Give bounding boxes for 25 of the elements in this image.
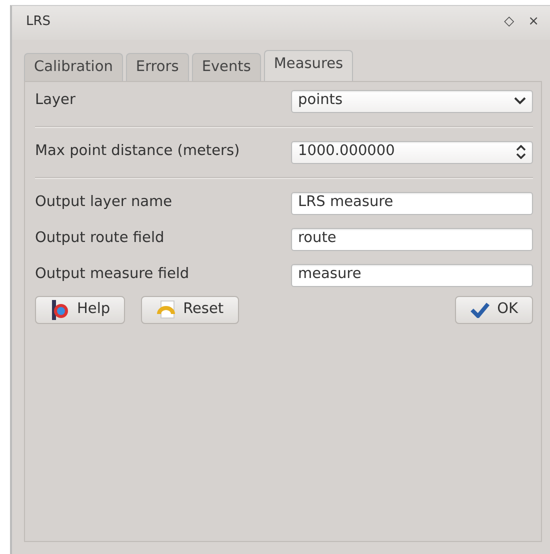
field-label: Output measure field <box>35 265 190 284</box>
tab[interactable]: Events <box>192 53 261 81</box>
close-button[interactable]: × <box>525 12 542 40</box>
field-label: Max point distance (meters) <box>35 142 241 162</box>
input-field[interactable]: route <box>291 228 533 251</box>
input-field[interactable]: measure <box>291 264 533 287</box>
field-label: Output route field <box>35 229 166 248</box>
field-label: Layer <box>35 91 76 110</box>
chevron-down-icon <box>514 97 526 106</box>
layer-dropdown[interactable]: points <box>291 90 533 113</box>
reset-arrow-icon <box>156 300 176 320</box>
field-label: Output layer name <box>35 193 174 212</box>
spinner-arrows-icon <box>516 145 526 160</box>
reset-button[interactable]: Reset <box>141 296 239 324</box>
ok-button[interactable]: OK <box>455 296 533 324</box>
help-button[interactable]: Help <box>35 296 126 324</box>
tab[interactable]: Calibration <box>24 53 123 81</box>
tab[interactable]: Measures <box>264 50 354 81</box>
window-title: LRS <box>26 13 51 31</box>
distance-spinbox[interactable]: 1000.000000 <box>291 140 533 164</box>
input-field[interactable]: LRS measure <box>291 192 533 215</box>
checkmark-icon <box>470 302 490 318</box>
help-lifebuoy-icon <box>50 300 70 320</box>
tab[interactable]: Errors <box>126 53 189 81</box>
float-button[interactable]: ◇ <box>501 12 518 40</box>
